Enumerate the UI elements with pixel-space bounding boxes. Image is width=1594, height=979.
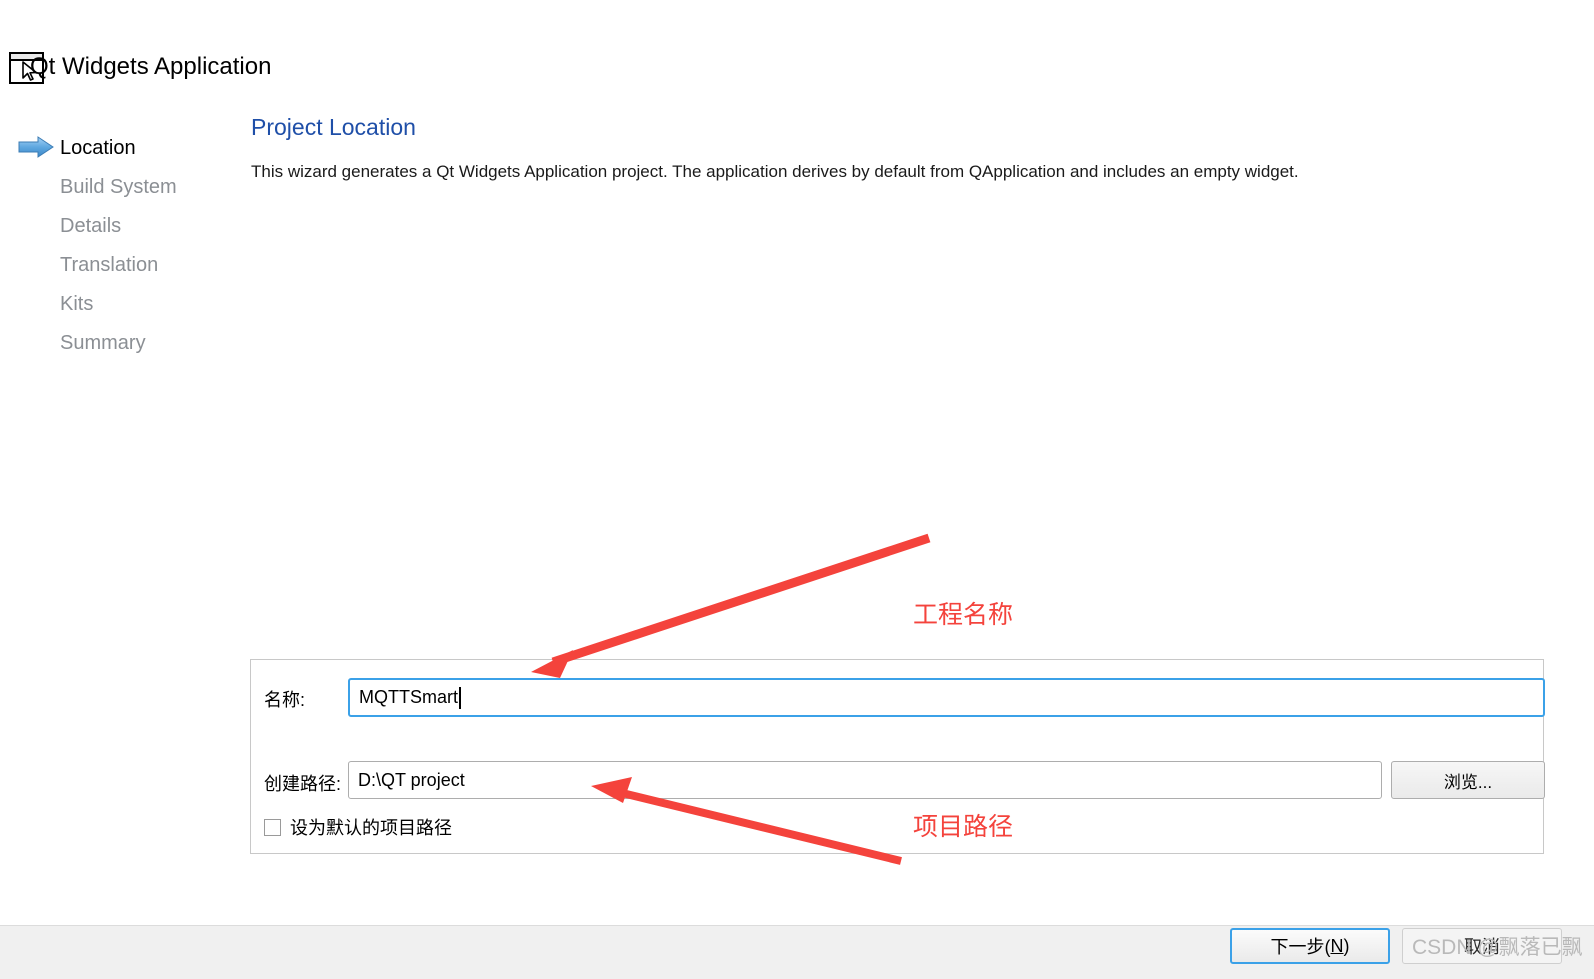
- text-caret: [459, 686, 461, 709]
- sidebar-item-translation[interactable]: Translation: [0, 245, 240, 284]
- blue-arrow-icon: [18, 136, 54, 158]
- project-name-input[interactable]: MQTTSmart: [348, 678, 1545, 717]
- page-description: This wizard generates a Qt Widgets Appli…: [251, 162, 1299, 181]
- browse-button[interactable]: 浏览...: [1391, 761, 1545, 799]
- sidebar-item-label: Summary: [60, 331, 146, 354]
- next-button[interactable]: 下一步(N): [1230, 928, 1390, 964]
- wizard-step-list: Location Build System Details Translatio…: [0, 128, 240, 362]
- page-title: Project Location: [251, 114, 416, 140]
- project-path-value: D:\QT project: [358, 769, 465, 790]
- next-button-mnemonic: N: [1330, 935, 1344, 956]
- path-field-label: 创建路径:: [264, 774, 342, 794]
- annotation-label-project-path: 项目路径: [913, 813, 1014, 841]
- sidebar-item-label: Build System: [60, 175, 177, 198]
- sidebar-item-details[interactable]: Details: [0, 206, 240, 245]
- sidebar-item-kits[interactable]: Kits: [0, 284, 240, 323]
- name-field-label: 名称:: [264, 690, 306, 710]
- sidebar-item-label: Location: [60, 136, 136, 159]
- annotation-label-project-name: 工程名称: [913, 601, 1014, 629]
- sidebar-item-build-system[interactable]: Build System: [0, 167, 240, 206]
- next-button-label-suffix: ): [1343, 935, 1350, 956]
- default-path-checkbox[interactable]: [264, 818, 281, 836]
- sidebar-item-summary[interactable]: Summary: [0, 323, 240, 362]
- arrow-to-name-field: [531, 533, 931, 678]
- csdn-watermark: CSDN @飘落已飘: [1412, 936, 1583, 959]
- sidebar-item-label: Kits: [60, 292, 94, 315]
- window-titlebar: Qt Widgets Application: [0, 0, 1594, 100]
- window-title: Qt Widgets Application: [30, 53, 272, 80]
- default-path-row[interactable]: 设为默认的项目路径: [264, 814, 452, 840]
- default-path-label: 设为默认的项目路径: [290, 818, 452, 838]
- sidebar-item-location[interactable]: Location: [0, 128, 240, 167]
- next-button-label-prefix: 下一步(: [1270, 937, 1331, 957]
- project-name-value: MQTTSmart: [359, 687, 458, 707]
- sidebar-item-label: Translation: [60, 253, 159, 276]
- project-path-input[interactable]: D:\QT project: [348, 761, 1382, 799]
- sidebar-item-label: Details: [60, 214, 122, 237]
